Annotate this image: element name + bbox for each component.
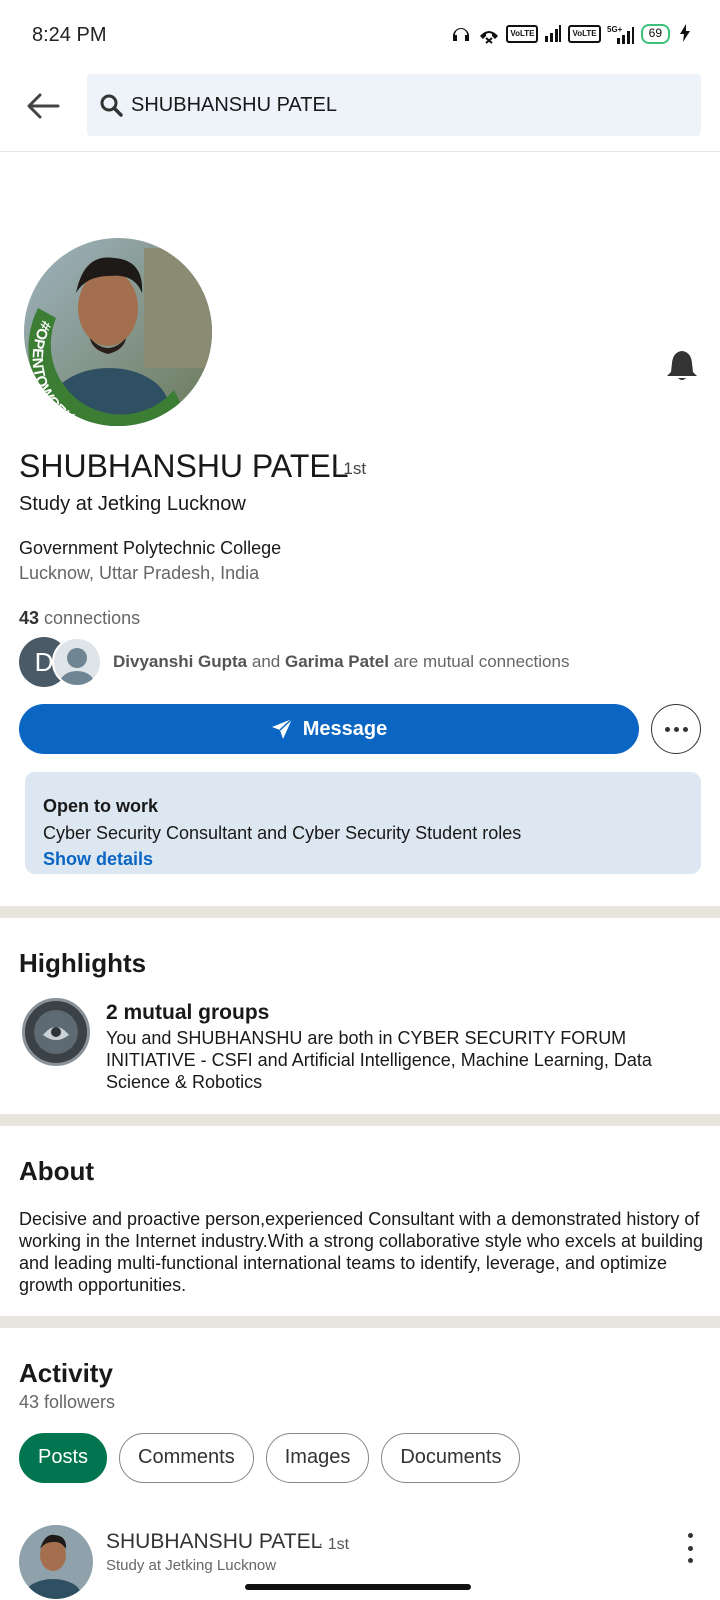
status-time: 8:24 PM bbox=[32, 24, 107, 46]
message-button[interactable]: Message bbox=[19, 704, 639, 754]
connections-count[interactable]: 43 connections bbox=[19, 608, 140, 629]
signal-icon bbox=[544, 24, 562, 44]
more-dot bbox=[673, 726, 679, 732]
followers-count: 43 followers bbox=[19, 1392, 116, 1412]
connections-label: connections bbox=[44, 608, 141, 628]
mutual-person-2: Garima Patel bbox=[284, 652, 389, 671]
svg-text:5G+: 5G+ bbox=[607, 25, 623, 34]
connections-number: 43 bbox=[19, 608, 40, 628]
open-to-work-title: Open to work bbox=[43, 796, 159, 816]
search-header: SHUBHANSHU PATEL bbox=[0, 72, 720, 152]
open-to-work-roles: Cyber Security Consultant and Cyber Secu… bbox=[43, 823, 522, 843]
group-logo[interactable] bbox=[22, 998, 90, 1066]
activity-tabs: Posts Comments Images Documents bbox=[19, 1433, 521, 1483]
home-indicator[interactable] bbox=[245, 1584, 471, 1590]
profile-location: Lucknow, Uttar Pradesh, India bbox=[19, 563, 260, 583]
mutual-and: and bbox=[251, 652, 281, 671]
post-author-name[interactable]: SHUBHANSHU PATEL bbox=[106, 1530, 322, 1554]
mutual-groups-desc: You and SHUBHANSHU are both in CYBER SEC… bbox=[106, 1028, 652, 1092]
send-icon bbox=[271, 718, 293, 739]
mutual-groups-title[interactable]: 2 mutual groups bbox=[106, 1001, 269, 1025]
activity-title: Activity bbox=[19, 1358, 113, 1388]
post-menu-icon[interactable] bbox=[680, 1533, 700, 1563]
highlights-title: Highlights bbox=[19, 948, 147, 978]
post-author-avatar[interactable] bbox=[19, 1525, 93, 1599]
charging-icon bbox=[676, 24, 694, 44]
profile-headline: Study at Jetking Lucknow bbox=[19, 493, 246, 515]
tab-images[interactable]: Images bbox=[265, 1433, 370, 1483]
tab-comments[interactable]: Comments bbox=[119, 1433, 254, 1483]
search-input[interactable]: SHUBHANSHU PATEL bbox=[87, 74, 701, 136]
headset-icon bbox=[450, 24, 472, 44]
battery-indicator: 69 bbox=[640, 24, 670, 44]
section-divider bbox=[0, 1316, 720, 1328]
back-button[interactable] bbox=[24, 86, 64, 126]
volte-icon: VoLTE bbox=[506, 25, 539, 43]
search-query: SHUBHANSHU PATEL bbox=[131, 94, 337, 116]
post-author-headline: Study at Jetking Lucknow bbox=[106, 1557, 277, 1574]
signal-5g-icon: 5G+ bbox=[607, 24, 635, 44]
status-bar: 8:24 PM VoLTE VoLTE 5G+ 69 bbox=[0, 0, 720, 72]
post-author-degree: · 1st bbox=[318, 1536, 350, 1553]
back-arrow-icon bbox=[27, 93, 60, 119]
section-divider bbox=[0, 906, 720, 918]
profile-avatar[interactable]: #OPENTOWORK bbox=[24, 238, 212, 426]
missed-call-icon bbox=[478, 24, 500, 44]
profile-name: SHUBHANSHU PATEL bbox=[19, 448, 349, 484]
tab-posts[interactable]: Posts bbox=[19, 1433, 108, 1483]
mutual-person-1: Divyanshi Gupta bbox=[113, 652, 248, 671]
more-dot bbox=[664, 726, 670, 732]
search-icon bbox=[100, 94, 123, 117]
about-title: About bbox=[19, 1156, 95, 1186]
mutual-suffix: are mutual connections bbox=[393, 652, 570, 671]
profile-school[interactable]: Government Polytechnic College bbox=[19, 538, 281, 559]
open-to-work-card[interactable]: Open to work Cyber Security Consultant a… bbox=[25, 772, 701, 874]
tab-documents[interactable]: Documents bbox=[381, 1433, 521, 1483]
bell-icon[interactable] bbox=[665, 348, 699, 387]
mutual-connections-text[interactable]: Divyanshi Gupta and Garima Patel are mut… bbox=[113, 652, 569, 672]
about-text: Decisive and proactive person,experience… bbox=[19, 1209, 704, 1295]
mutual-avatar-2[interactable] bbox=[52, 637, 102, 687]
volte-icon-2: VoLTE bbox=[568, 25, 601, 43]
connection-degree: · 1st bbox=[333, 459, 367, 478]
section-divider bbox=[0, 1114, 720, 1126]
more-dot bbox=[682, 726, 688, 732]
message-label: Message bbox=[302, 717, 388, 740]
show-details-link[interactable]: Show details bbox=[43, 849, 683, 870]
status-icons: VoLTE VoLTE 5G+ 69 bbox=[450, 24, 694, 44]
more-options-button[interactable] bbox=[651, 704, 701, 754]
